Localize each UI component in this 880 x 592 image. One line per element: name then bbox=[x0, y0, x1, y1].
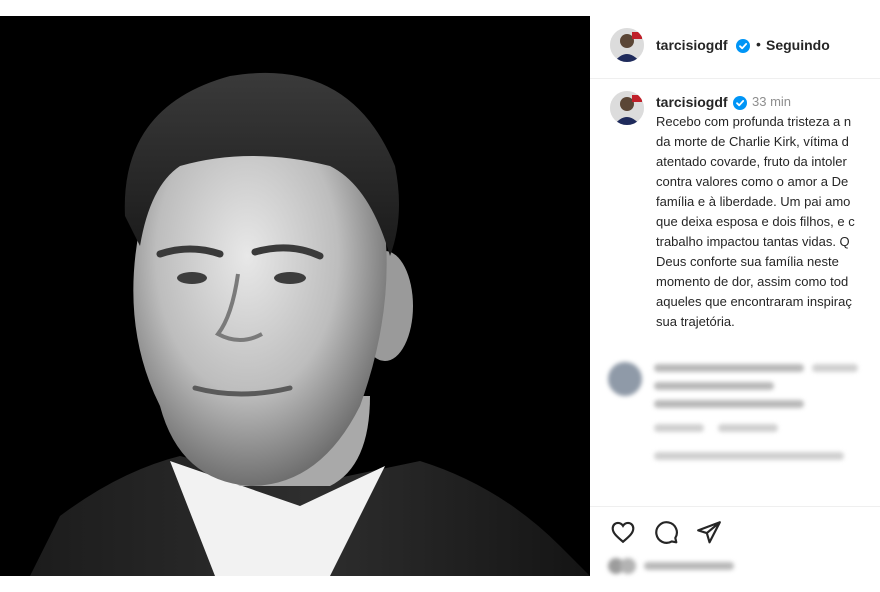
blurred-comment bbox=[608, 358, 878, 496]
avatar[interactable] bbox=[610, 91, 644, 125]
following-button[interactable]: Seguindo bbox=[766, 37, 830, 53]
caption-username[interactable]: tarcisiogdf bbox=[656, 94, 728, 110]
comment-icon[interactable] bbox=[653, 519, 679, 545]
portrait-photo bbox=[0, 16, 590, 576]
comment-avatar bbox=[608, 362, 642, 396]
send-icon[interactable] bbox=[696, 519, 722, 545]
post-image[interactable] bbox=[0, 16, 590, 576]
post-timestamp[interactable]: 33 min bbox=[752, 94, 791, 109]
blurred-likes-count bbox=[608, 556, 768, 576]
verified-badge-icon bbox=[733, 96, 747, 110]
avatar[interactable] bbox=[610, 28, 644, 62]
post-side-panel: tarcisiogdf • Seguindo tarcisiogdf 33 mi… bbox=[590, 16, 880, 576]
post-actions-bar bbox=[590, 506, 880, 547]
username-link[interactable]: tarcisiogdf bbox=[656, 37, 728, 53]
caption-text: Recebo com profunda tristeza a n da mort… bbox=[656, 114, 855, 329]
post-header: tarcisiogdf • Seguindo bbox=[590, 16, 880, 79]
separator-dot: • bbox=[756, 36, 761, 52]
verified-badge-icon bbox=[736, 39, 750, 53]
heart-icon[interactable] bbox=[610, 519, 636, 545]
